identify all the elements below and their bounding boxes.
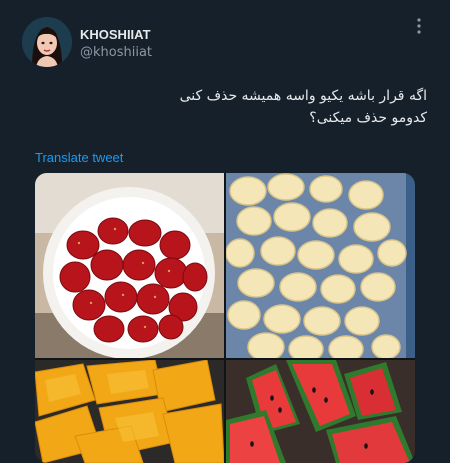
tweet-text: اگه قرار باشه یکیو واسه همیشه حذف کنی کد… [47,85,427,129]
tweet-text-line: کدومو حذف میکنی؟ [309,110,427,126]
tweet-text-line: اگه قرار باشه یکیو واسه همیشه حذف کنی [179,88,427,104]
more-options-icon[interactable] [412,15,426,37]
bananas-photo[interactable] [226,173,415,358]
translate-tweet-link[interactable]: Translate tweet [35,150,123,165]
mango-photo[interactable] [35,360,224,463]
author-display-name[interactable]: KHOSHIIAT [80,27,151,42]
strawberries-photo[interactable] [35,173,224,358]
author-handle[interactable]: @khoshiiat [80,45,152,60]
cartoon-girl-avatar-icon [22,17,72,67]
watermelon-photo[interactable] [226,360,415,463]
tweet-media-grid [35,173,415,463]
author-avatar[interactable] [22,17,72,67]
